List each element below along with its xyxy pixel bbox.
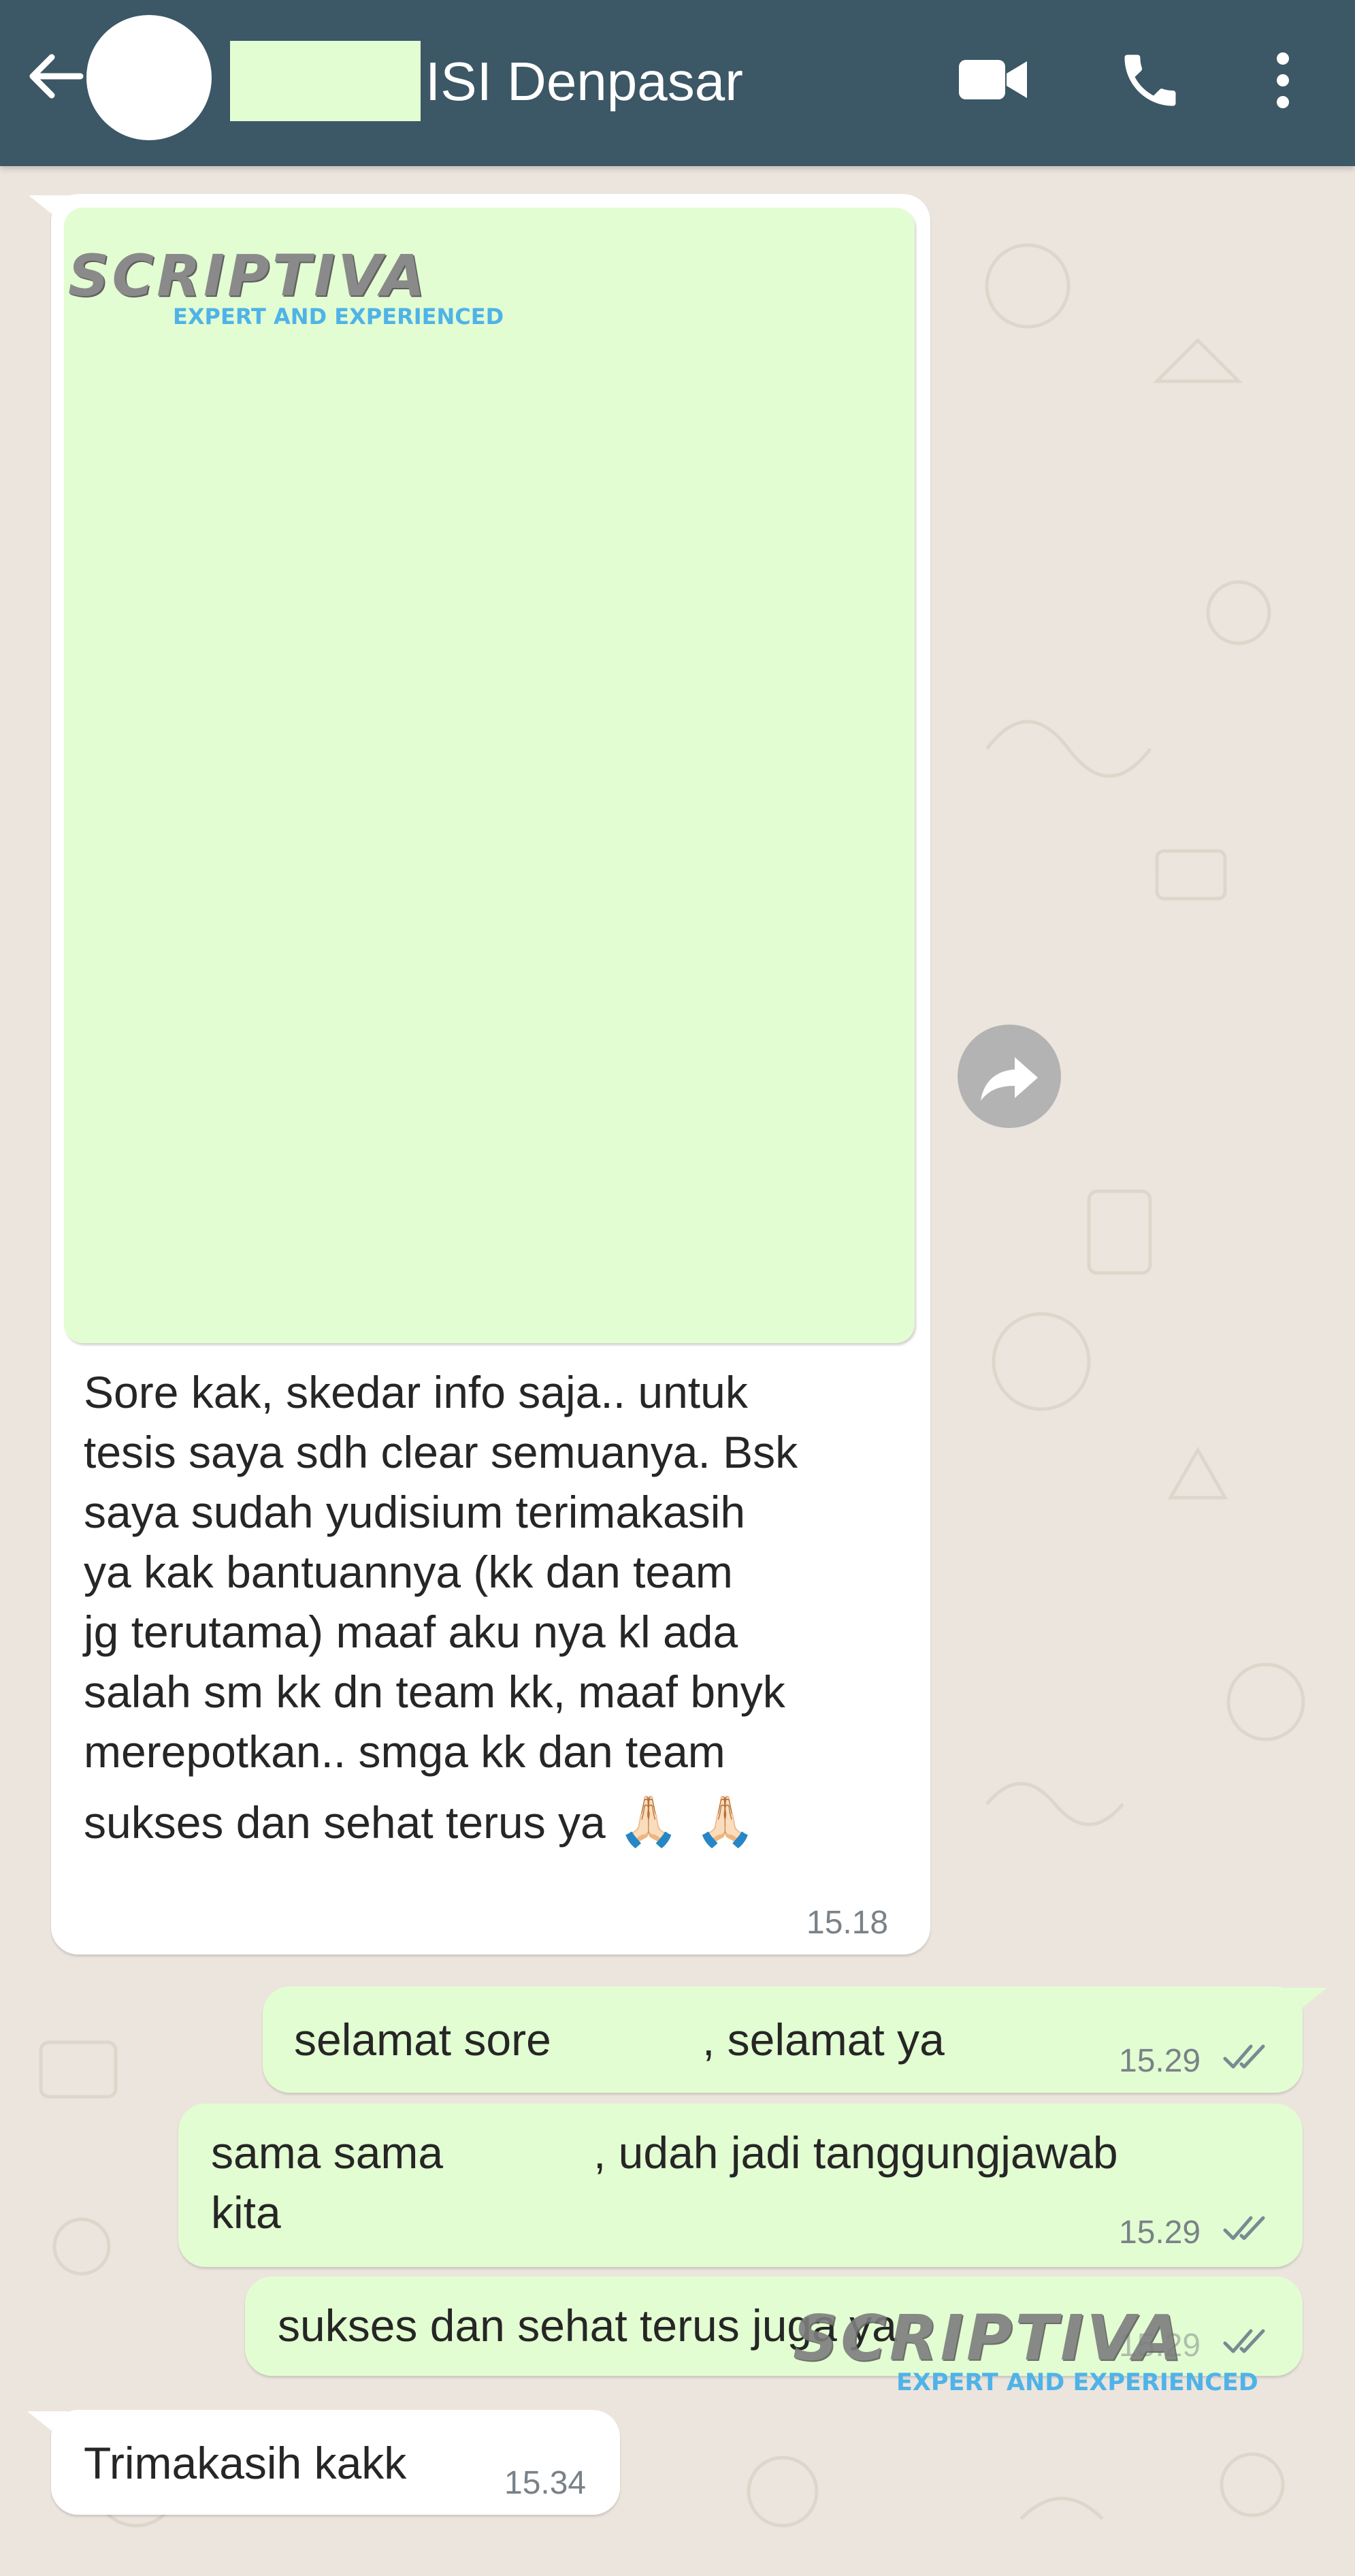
- double-check-icon: [1223, 2044, 1265, 2069]
- double-check-icon: [1223, 2216, 1265, 2240]
- message-line: salah sm kk dn team kk, maaf bnyk: [84, 1667, 785, 1717]
- message-line: merepotkan.. smga kk dan team: [84, 1726, 725, 1777]
- chat-title[interactable]: ISI Denpasar: [425, 41, 743, 123]
- outgoing-message-bubble[interactable]: selamat sore , selamat ya 15.29: [263, 1986, 1303, 2093]
- message-text: Trimakasih kakk: [84, 2438, 407, 2488]
- scriptiva-watermark: SCRIPTIVA EXPERT AND EXPERIENCED: [68, 242, 504, 329]
- contact-avatar[interactable]: [86, 15, 212, 140]
- folded-hands-emoji: 🙏🏻 🙏🏻: [618, 1792, 756, 1850]
- message-line: jg terutama) maaf aku nya kl ada: [84, 1607, 738, 1657]
- message-text: sama sama: [211, 2127, 444, 2178]
- chat-header: ISI Denpasar: [0, 0, 1355, 166]
- message-line: tesis saya sdh clear semuanya. Bsk: [84, 1427, 798, 1477]
- message-text: , udah jadi tanggungjawab: [593, 2127, 1118, 2178]
- message-image[interactable]: SCRIPTIVA EXPERT AND EXPERIENCED: [64, 208, 915, 1343]
- arrow-left-icon[interactable]: [20, 42, 88, 110]
- forward-button[interactable]: [958, 1025, 1061, 1128]
- message-line: Sore kak, skedar info saja.. untuk: [84, 1367, 748, 1417]
- message-time: 15.34: [504, 2465, 587, 2501]
- message-text: kita: [211, 2187, 281, 2238]
- redacted-name: [230, 41, 421, 121]
- message-text: selamat sore: [294, 2014, 551, 2065]
- video-camera-icon[interactable]: [956, 49, 1031, 110]
- forward-share-icon: [981, 1057, 1038, 1101]
- incoming-message-bubble[interactable]: SCRIPTIVA EXPERT AND EXPERIENCED Sore ka…: [51, 194, 930, 1954]
- incoming-message-bubble[interactable]: Trimakasih kakk 15.34: [51, 2410, 620, 2515]
- more-vertical-icon[interactable]: [1262, 46, 1303, 114]
- message-line: ya kak bantuannya (kk dan team: [84, 1547, 733, 1597]
- outgoing-message-bubble[interactable]: sama sama , udah jadi tanggungjawab kita…: [178, 2104, 1303, 2267]
- phone-icon[interactable]: [1116, 46, 1184, 114]
- message-text: , selamat ya: [702, 2014, 945, 2065]
- message-time: 15.29: [1119, 2043, 1201, 2079]
- message-time: 15.29: [1119, 2215, 1201, 2251]
- message-time: 15.18: [806, 1905, 889, 1941]
- message-line: sukses dan sehat terus ya 🙏🏻 🙏🏻: [84, 1792, 756, 1850]
- scriptiva-watermark: SCRIPTIVA EXPERT AND EXPERIENCED: [793, 2302, 1258, 2397]
- message-line: saya sudah yudisium terimakasih: [84, 1487, 746, 1537]
